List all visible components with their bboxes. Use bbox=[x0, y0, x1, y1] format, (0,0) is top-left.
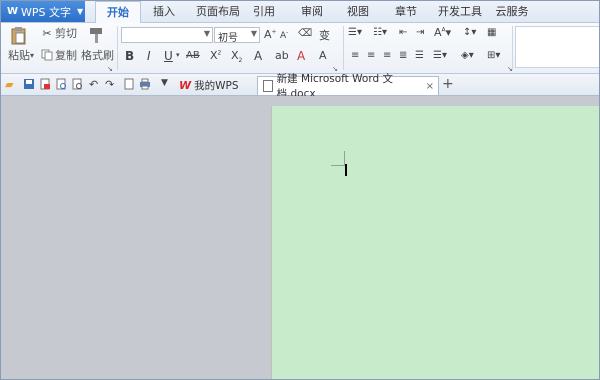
tab-document[interactable]: 新建 Microsoft Word 文档.docx × bbox=[257, 73, 439, 100]
tab-insert[interactable]: 插入 bbox=[147, 1, 181, 22]
show-marks-icon[interactable]: ▦ bbox=[487, 27, 496, 38]
dropdown-arrow-icon: ▼ bbox=[77, 7, 84, 16]
tab-sections[interactable]: 章节 bbox=[391, 1, 421, 22]
tab-developer[interactable]: 开发工具 bbox=[433, 1, 487, 22]
app-title: WPS 文字 bbox=[21, 5, 71, 19]
chevron-down-icon: ▼ bbox=[250, 29, 257, 38]
ribbon-separator bbox=[117, 26, 118, 70]
open-folder-icon[interactable]: ▰ bbox=[5, 78, 17, 91]
wps-logo-icon: W bbox=[179, 78, 192, 92]
tab-cloud[interactable]: 云服务 bbox=[491, 1, 533, 22]
wps-logo-icon: W bbox=[7, 5, 19, 17]
font-name-combo[interactable]: ▼ bbox=[121, 27, 213, 43]
tab-view[interactable]: 视图 bbox=[343, 1, 373, 22]
ribbon-separator bbox=[343, 26, 344, 70]
margin-corner-mark bbox=[344, 151, 345, 165]
strikethrough-icon[interactable]: AB bbox=[186, 50, 200, 61]
align-right-icon[interactable]: ≡ bbox=[383, 50, 391, 61]
document-workspace bbox=[1, 96, 599, 379]
new-tab-button[interactable]: + bbox=[442, 76, 454, 92]
redo-icon[interactable]: ↷ bbox=[105, 78, 117, 91]
customize-toolbar-icon[interactable]: ▼ bbox=[161, 78, 173, 90]
highlight-icon[interactable]: ab bbox=[275, 49, 289, 62]
subscript-icon[interactable]: X2 bbox=[231, 49, 242, 64]
tab-review[interactable]: 审阅 bbox=[297, 1, 327, 22]
scissors-icon[interactable]: ✂ bbox=[41, 27, 53, 40]
underline-icon[interactable]: U bbox=[164, 49, 173, 63]
export-pdf-icon[interactable] bbox=[39, 78, 51, 90]
margin-corner-mark bbox=[331, 165, 345, 166]
app-menu-button[interactable]: W WPS 文字 ▼ bbox=[1, 1, 85, 22]
justify-icon[interactable]: ≣ bbox=[399, 50, 407, 61]
bold-icon[interactable]: B bbox=[125, 49, 134, 63]
wps-window: W WPS 文字 ▼ 开始 插入 页面布局 引用 审阅 视图 章节 开发工具 云… bbox=[0, 0, 600, 380]
tab-home[interactable]: 开始 bbox=[95, 1, 141, 23]
paste-dropdown-icon[interactable]: ▾ bbox=[30, 50, 34, 62]
borders-icon[interactable]: ⊞▾ bbox=[487, 50, 500, 61]
text-cursor bbox=[345, 164, 347, 176]
text-effect-icon[interactable]: A bbox=[254, 49, 262, 63]
font-size-combo[interactable]: 初号 ▼ bbox=[214, 27, 260, 44]
document-page[interactable] bbox=[271, 106, 599, 379]
format-painter-icon[interactable] bbox=[87, 26, 105, 44]
font-color-icon[interactable]: A bbox=[297, 49, 305, 63]
numbering-icon[interactable]: ☷▾ bbox=[373, 27, 387, 38]
italic-icon[interactable]: I bbox=[147, 49, 151, 63]
print-icon[interactable] bbox=[139, 78, 151, 90]
tab-references[interactable]: 引用 bbox=[249, 1, 279, 22]
styles-gallery[interactable] bbox=[515, 26, 599, 68]
ribbon-tab-bar: W WPS 文字 ▼ 开始 插入 页面布局 引用 审阅 视图 章节 开发工具 云… bbox=[1, 1, 599, 23]
tab-page-layout[interactable]: 页面布局 bbox=[191, 1, 245, 22]
align-center-icon[interactable]: ≡ bbox=[367, 50, 375, 61]
decrease-indent-icon[interactable]: ⇤ bbox=[399, 27, 407, 38]
quick-access-bar: ▰ ↶ ↷ ▼ W 我的WPS 新建 Microsoft Word 文档.doc… bbox=[1, 73, 599, 100]
grow-font-icon[interactable]: A+ bbox=[264, 28, 277, 41]
phonetic-guide-icon[interactable]: 变 bbox=[319, 27, 330, 43]
chevron-down-icon: ▼ bbox=[203, 29, 210, 38]
align-left-icon[interactable]: ≡ bbox=[351, 50, 359, 61]
shading-icon[interactable]: ◈▾ bbox=[461, 50, 474, 61]
tab-my-wps[interactable]: W 我的WPS bbox=[179, 76, 253, 94]
ribbon-home: 粘贴 ▾ ✂ 剪切 复制 格式刷 ↘ ▼ 初号 ▼ A+ A- ⌫ 变 B I … bbox=[1, 23, 599, 74]
font-size-value: 初号 bbox=[218, 33, 238, 44]
new-doc-icon[interactable] bbox=[123, 78, 135, 90]
paste-label[interactable]: 粘贴 bbox=[8, 50, 30, 62]
print-preview-icon[interactable] bbox=[55, 78, 67, 90]
superscript-icon[interactable]: X2 bbox=[210, 49, 221, 62]
my-wps-label: 我的WPS bbox=[194, 79, 239, 92]
change-case-icon[interactable]: AA▾ bbox=[434, 26, 451, 39]
format-painter-label[interactable]: 格式刷 bbox=[81, 50, 114, 62]
copy-label[interactable]: 复制 bbox=[55, 50, 77, 62]
ribbon-separator bbox=[512, 26, 513, 70]
cut-label[interactable]: 剪切 bbox=[55, 28, 77, 40]
char-border-icon[interactable]: A bbox=[319, 49, 327, 62]
document-check-icon[interactable] bbox=[71, 78, 83, 90]
increase-indent-icon[interactable]: ⇥ bbox=[416, 27, 424, 38]
save-icon[interactable] bbox=[23, 78, 35, 90]
undo-icon[interactable]: ↶ bbox=[89, 78, 101, 91]
chevron-down-icon[interactable]: ▾ bbox=[176, 51, 180, 59]
close-icon[interactable]: × bbox=[426, 81, 434, 92]
paste-icon[interactable] bbox=[9, 27, 29, 45]
copy-icon[interactable] bbox=[41, 49, 53, 61]
sort-icon[interactable]: ↕▾ bbox=[463, 27, 476, 38]
distribute-icon[interactable]: ☰ bbox=[415, 50, 424, 61]
line-spacing-icon[interactable]: ☰▾ bbox=[433, 50, 447, 61]
clear-format-icon[interactable]: ⌫ bbox=[298, 28, 312, 39]
bullets-icon[interactable]: ☰▾ bbox=[348, 27, 362, 38]
shrink-font-icon[interactable]: A- bbox=[280, 29, 288, 41]
document-icon bbox=[263, 80, 273, 92]
